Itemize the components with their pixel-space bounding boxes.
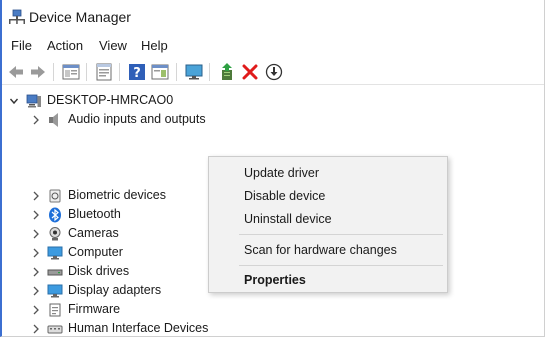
menu-separator [239, 265, 443, 266]
toolbar-separator [53, 63, 54, 81]
tree-item-cameras[interactable]: Cameras [2, 224, 202, 243]
firmware-icon [49, 303, 61, 317]
menu-view[interactable]: View [99, 38, 127, 53]
tree-item-display-adapters[interactable]: Display adapters [2, 281, 202, 300]
tree-item-label: Bluetooth [68, 207, 121, 221]
chevron-right-icon[interactable] [31, 228, 41, 240]
tree-item-label: Disk drives [68, 264, 130, 278]
chevron-right-icon[interactable] [31, 190, 41, 202]
download-icon[interactable] [264, 62, 284, 82]
menu-item-scan-for-hardware-changes[interactable]: Scan for hardware changes [244, 243, 397, 257]
biometric-icon [49, 189, 61, 203]
tree-item-firmware[interactable]: Firmware [2, 300, 202, 319]
window-title: Device Manager [29, 9, 131, 25]
show-hide-console-tree-icon[interactable] [61, 62, 81, 82]
hid-icon [47, 325, 63, 334]
tree-item-label: Audio inputs and outputs [68, 112, 206, 126]
menu-file[interactable]: File [11, 38, 32, 53]
menu-item-update-driver[interactable]: Update driver [244, 166, 319, 180]
chevron-right-icon[interactable] [31, 304, 41, 316]
uninstall-icon[interactable] [240, 62, 260, 82]
chevron-down-icon[interactable] [9, 95, 19, 107]
tree-item-bluetooth[interactable]: Bluetooth [2, 205, 202, 224]
action-pane-icon[interactable] [150, 62, 170, 82]
tree-item-label: Display adapters [68, 283, 162, 297]
tree-item-biometric-devices[interactable]: Biometric devices [2, 186, 202, 205]
webcam-icon [49, 227, 61, 241]
toolbar-separator [86, 63, 87, 81]
tree-item-computer[interactable]: Computer [2, 243, 202, 262]
device-manager-window: Device Manager File Action View Help ? D… [0, 0, 545, 337]
chevron-right-icon[interactable] [31, 114, 41, 126]
forward-icon[interactable] [28, 62, 48, 82]
chevron-right-icon[interactable] [31, 323, 41, 335]
update-driver-icon[interactable] [217, 62, 237, 82]
tree-root[interactable]: DESKTOP-HMRCAO0 [2, 91, 302, 110]
back-icon[interactable] [6, 62, 26, 82]
tree-item-label: Human Interface Devices [68, 321, 209, 335]
chevron-right-icon[interactable] [31, 285, 41, 297]
tree-item-human-interface-devices[interactable]: Human Interface Devices [2, 319, 222, 336]
chevron-right-icon[interactable] [31, 209, 41, 221]
toolbar-separator [119, 63, 120, 81]
menu-bar: File Action View Help [2, 36, 544, 58]
monitor-icon [47, 246, 63, 260]
menu-item-uninstall-device[interactable]: Uninstall device [244, 212, 332, 226]
computer-icon [26, 94, 41, 108]
chevron-right-icon[interactable] [31, 247, 41, 259]
context-menu: Update driver Disable device Uninstall d… [208, 156, 448, 293]
menu-item-disable-device[interactable]: Disable device [244, 189, 325, 203]
tree-item-label: Cameras [68, 226, 119, 240]
tree-item-label: Biometric devices [68, 188, 166, 202]
menu-separator [239, 234, 443, 235]
disk-drive-icon [47, 269, 63, 276]
menu-action[interactable]: Action [47, 38, 83, 53]
monitor-icon[interactable] [184, 62, 204, 82]
toolbar-separator [209, 63, 210, 81]
title-bar: Device Manager [2, 0, 544, 34]
device-manager-icon [9, 9, 25, 24]
display-adapter-icon [47, 284, 63, 298]
chevron-right-icon[interactable] [31, 266, 41, 278]
tree-root-label: DESKTOP-HMRCAO0 [47, 93, 174, 107]
tree-item-label: Computer [68, 245, 123, 259]
tree-item-disk-drives[interactable]: Disk drives [2, 262, 202, 281]
toolbar-separator [176, 63, 177, 81]
bluetooth-icon [49, 207, 61, 223]
menu-help[interactable]: Help [141, 38, 168, 53]
toolbar: ? [2, 59, 544, 85]
tree-item-label: Firmware [68, 302, 121, 316]
help-icon[interactable]: ? [127, 62, 147, 82]
speaker-icon [49, 113, 58, 127]
svg-text:?: ? [133, 66, 141, 81]
menu-item-properties[interactable]: Properties [244, 273, 306, 287]
properties-icon[interactable] [94, 62, 114, 82]
tree-item-audio-inputs-and-outputs[interactable]: Audio inputs and outputs [2, 110, 302, 129]
